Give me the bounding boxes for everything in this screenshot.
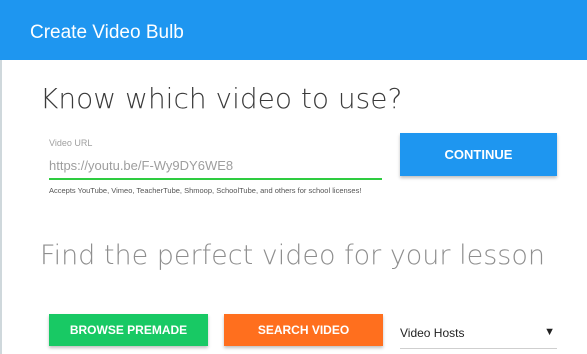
video-hosts-select[interactable]: Video Hosts ▼ — [400, 318, 557, 349]
video-url-helper-text: Accepts YouTube, Vimeo, TeacherTube, Shm… — [49, 186, 362, 195]
left-edge-divider — [0, 60, 2, 354]
video-url-label: Video URL — [49, 138, 93, 148]
url-section-title: Know which video to use? — [40, 82, 403, 115]
app-header: Create Video Bulb — [0, 0, 587, 60]
search-video-button[interactable]: SEARCH VIDEO — [224, 314, 383, 346]
video-url-input[interactable] — [49, 152, 382, 180]
continue-button[interactable]: CONTINUE — [400, 133, 557, 176]
browse-premade-button[interactable]: BROWSE PREMADE — [49, 314, 208, 346]
caret-down-icon: ▼ — [544, 326, 555, 338]
video-hosts-select-value: Video Hosts — [400, 326, 465, 340]
find-section-title: Find the perfect video for your lesson — [40, 240, 545, 271]
header-title: Create Video Bulb — [30, 22, 184, 43]
